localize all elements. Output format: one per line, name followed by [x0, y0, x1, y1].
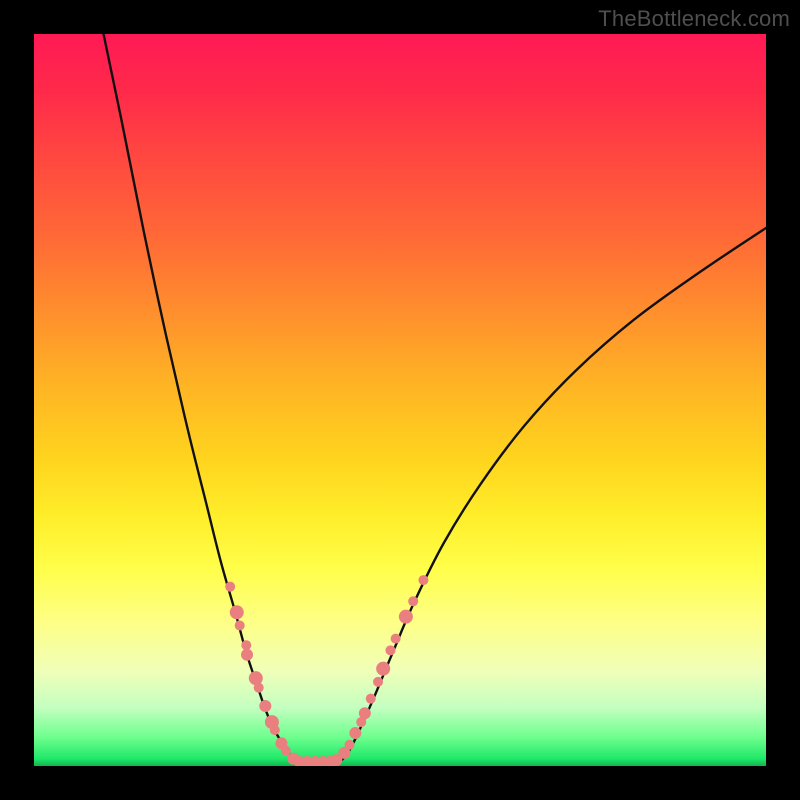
- data-dot: [241, 640, 251, 650]
- data-dot: [408, 596, 418, 606]
- data-dot: [359, 707, 371, 719]
- data-dot: [399, 610, 413, 624]
- bottleneck-curve: [104, 34, 766, 765]
- data-dot: [249, 671, 263, 685]
- watermark-text: TheBottleneck.com: [598, 6, 790, 32]
- data-dot: [270, 725, 280, 735]
- data-dot: [344, 740, 354, 750]
- data-dot: [225, 582, 235, 592]
- data-dot: [241, 649, 253, 661]
- data-dot: [235, 620, 245, 630]
- data-dot: [254, 683, 264, 693]
- data-dot: [391, 634, 401, 644]
- data-dot: [385, 645, 395, 655]
- data-dot: [366, 694, 376, 704]
- chart-svg: [34, 34, 766, 766]
- outer-frame: TheBottleneck.com: [0, 0, 800, 800]
- curve-group: [104, 34, 766, 765]
- data-dot: [259, 700, 271, 712]
- data-dot: [373, 677, 383, 687]
- dots-group: [225, 575, 428, 766]
- data-dot: [349, 727, 361, 739]
- data-dot: [376, 662, 390, 676]
- plot-area: [34, 34, 766, 766]
- data-dot: [230, 605, 244, 619]
- data-dot: [418, 575, 428, 585]
